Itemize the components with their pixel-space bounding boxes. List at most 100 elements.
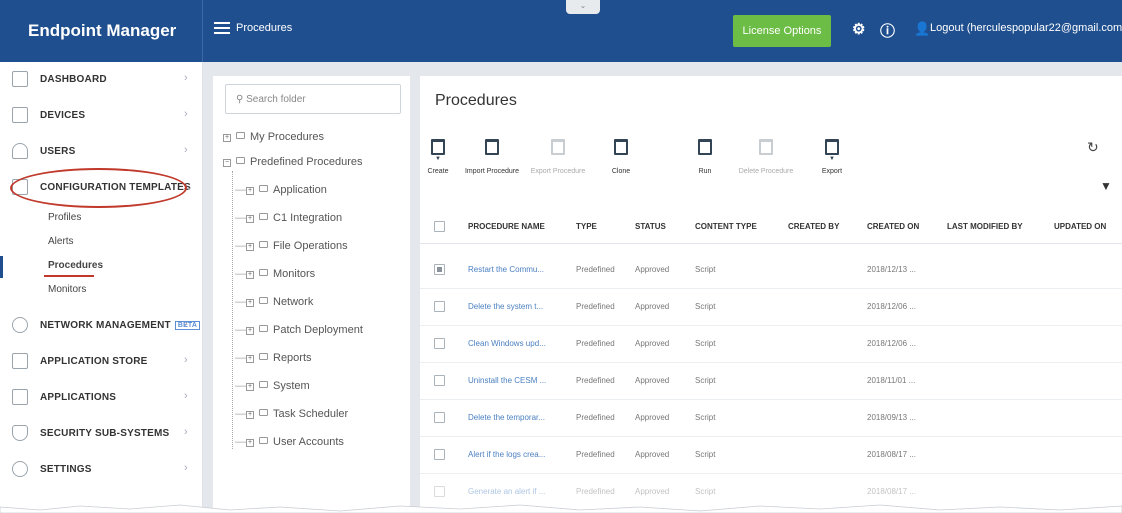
sidebar-item-users[interactable]: USERS › xyxy=(0,134,203,170)
folder-icon xyxy=(259,409,268,416)
sidebar-item-dashboard[interactable]: DASHBOARD › xyxy=(0,62,203,98)
procedure-name-link[interactable]: Generate an alert if ... xyxy=(468,487,545,496)
clone-button[interactable]: Clone xyxy=(593,139,649,175)
export-chart-icon xyxy=(825,139,839,155)
sidebar-subitem-alerts[interactable]: Alerts xyxy=(48,236,74,247)
tree-item-network[interactable]: — + Network xyxy=(235,296,313,308)
help-icon[interactable]: ⓘ xyxy=(880,20,895,41)
toolbar-label: Clone xyxy=(611,168,631,175)
collapse-handle-icon[interactable]: ⌄ xyxy=(566,0,600,14)
select-all-checkbox[interactable] xyxy=(434,221,445,232)
table-row[interactable]: Uninstall the CESM ... Predefined Approv… xyxy=(420,363,1122,400)
column-header[interactable]: CONTENT TYPE xyxy=(695,222,757,231)
tree-item-reports[interactable]: — + Reports xyxy=(235,352,312,364)
row-checkbox[interactable] xyxy=(434,449,445,460)
expand-icon[interactable]: + xyxy=(246,215,254,223)
tree-item-my-procedures[interactable]: + My Procedures xyxy=(223,131,324,143)
import-procedure-button[interactable]: Import Procedure xyxy=(464,139,520,175)
expand-icon[interactable]: + xyxy=(246,383,254,391)
search-input[interactable]: ⚲ Search folder xyxy=(225,84,401,114)
caret-down-icon: ▼ xyxy=(435,156,441,162)
sidebar-item-label: NETWORK MANAGEMENT BETA xyxy=(40,320,201,331)
tree-item-application[interactable]: — + Application xyxy=(235,184,327,196)
row-checkbox[interactable] xyxy=(434,338,445,349)
column-header[interactable]: TYPE xyxy=(576,222,597,231)
table-row[interactable]: Alert if the logs crea... Predefined App… xyxy=(420,437,1122,474)
tree-item-predefined-procedures[interactable]: − Predefined Procedures xyxy=(223,156,363,168)
expand-icon[interactable]: + xyxy=(246,243,254,251)
filter-icon[interactable]: ▼ xyxy=(1100,179,1112,193)
row-checkbox[interactable] xyxy=(434,375,445,386)
column-header[interactable]: UPDATED ON xyxy=(1054,222,1106,231)
row-checkbox[interactable] xyxy=(434,264,445,275)
sidebar-subitem-profiles[interactable]: Profiles xyxy=(48,212,81,223)
tree-item-patch-deployment[interactable]: — + Patch Deployment xyxy=(235,324,363,336)
expand-icon[interactable]: + xyxy=(246,439,254,447)
collapse-icon[interactable]: − xyxy=(223,159,231,167)
sidebar-item-label: APPLICATION STORE xyxy=(40,356,148,367)
folder-icon xyxy=(236,132,245,139)
sidebar-item-devices[interactable]: DEVICES › xyxy=(0,98,203,134)
refresh-icon[interactable]: ↻ xyxy=(1087,139,1099,156)
notifications-icon[interactable]: ⚙ xyxy=(852,20,865,38)
caret-down-icon: ▼ xyxy=(829,156,835,162)
sidebar-item-applications[interactable]: APPLICATIONS › xyxy=(0,380,203,416)
expand-icon[interactable]: + xyxy=(246,411,254,419)
row-checkbox[interactable] xyxy=(434,412,445,423)
column-header[interactable]: LAST MODIFIED BY xyxy=(947,222,1023,231)
sidebar-subitem-procedures[interactable]: Procedures xyxy=(48,260,103,271)
expand-icon[interactable]: + xyxy=(246,327,254,335)
expand-icon[interactable]: + xyxy=(246,355,254,363)
table-header: PROCEDURE NAME TYPE STATUS CONTENT TYPE … xyxy=(420,208,1122,244)
chevron-right-icon: › xyxy=(184,144,188,156)
created-on-cell: 2018/11/01 ... xyxy=(867,376,916,385)
row-checkbox[interactable] xyxy=(434,486,445,497)
tree-item-user-accounts[interactable]: — + User Accounts xyxy=(235,436,344,448)
table-row[interactable]: Delete the temporar... Predefined Approv… xyxy=(420,400,1122,437)
highlight-circle xyxy=(10,168,187,208)
run-button[interactable]: Run xyxy=(677,139,733,175)
row-checkbox[interactable] xyxy=(434,301,445,312)
procedure-name-link[interactable]: Clean Windows upd... xyxy=(468,339,546,348)
sidebar-item-security-sub-systems[interactable]: SECURITY SUB-SYSTEMS › xyxy=(0,416,203,452)
logout-link[interactable]: Logout (herculespopular22@gmail.com) xyxy=(930,22,1122,34)
menu-icon[interactable] xyxy=(214,22,230,36)
delete-icon xyxy=(759,139,773,155)
expand-icon[interactable]: + xyxy=(223,134,231,142)
expand-icon[interactable]: + xyxy=(246,271,254,279)
folder-icon xyxy=(259,269,268,276)
procedure-name-link[interactable]: Uninstall the CESM ... xyxy=(468,376,546,385)
column-header[interactable]: STATUS xyxy=(635,222,666,231)
toolbar-label: Export xyxy=(821,168,843,175)
tree-item-c1-integration[interactable]: — + C1 Integration xyxy=(235,212,342,224)
tree-item-file-operations[interactable]: — + File Operations xyxy=(235,240,348,252)
expand-icon[interactable]: + xyxy=(246,187,254,195)
sidebar-subitem-monitors[interactable]: Monitors xyxy=(48,284,86,295)
column-header[interactable]: CREATED ON xyxy=(867,222,919,231)
sidebar-item-network-management[interactable]: NETWORK MANAGEMENT BETA › xyxy=(0,308,203,344)
folder-icon xyxy=(259,381,268,388)
export-button[interactable]: ▼ Export xyxy=(804,139,860,175)
table-row[interactable]: Clean Windows upd... Predefined Approved… xyxy=(420,326,1122,363)
table-row[interactable]: Delete the system t... Predefined Approv… xyxy=(420,289,1122,326)
procedure-name-link[interactable]: Restart the Commu... xyxy=(468,265,544,274)
tree-item-task-scheduler[interactable]: — + Task Scheduler xyxy=(235,408,348,420)
create-button[interactable]: ▼ Create xyxy=(410,139,466,175)
column-header[interactable]: CREATED BY xyxy=(788,222,839,231)
expand-icon[interactable]: + xyxy=(246,299,254,307)
sidebar-item-settings[interactable]: SETTINGS › xyxy=(0,452,203,488)
export-icon xyxy=(551,139,565,155)
sidebar-item-application-store[interactable]: APPLICATION STORE › xyxy=(0,344,203,380)
column-header[interactable]: PROCEDURE NAME xyxy=(468,222,545,231)
tree-item-system[interactable]: — + System xyxy=(235,380,310,392)
table-row[interactable]: Restart the Commu... Predefined Approved… xyxy=(420,252,1122,289)
procedure-name-link[interactable]: Delete the temporar... xyxy=(468,413,545,422)
procedure-name-link[interactable]: Delete the system t... xyxy=(468,302,543,311)
tree-item-monitors[interactable]: — + Monitors xyxy=(235,268,315,280)
delete-procedure-button[interactable]: Delete Procedure xyxy=(738,139,794,175)
license-options-button[interactable]: License Options xyxy=(733,15,831,47)
chevron-right-icon: › xyxy=(184,390,188,402)
app-title[interactable]: Endpoint Manager xyxy=(0,0,203,62)
procedure-name-link[interactable]: Alert if the logs crea... xyxy=(468,450,545,459)
export-procedure-button[interactable]: Export Procedure xyxy=(530,139,586,175)
